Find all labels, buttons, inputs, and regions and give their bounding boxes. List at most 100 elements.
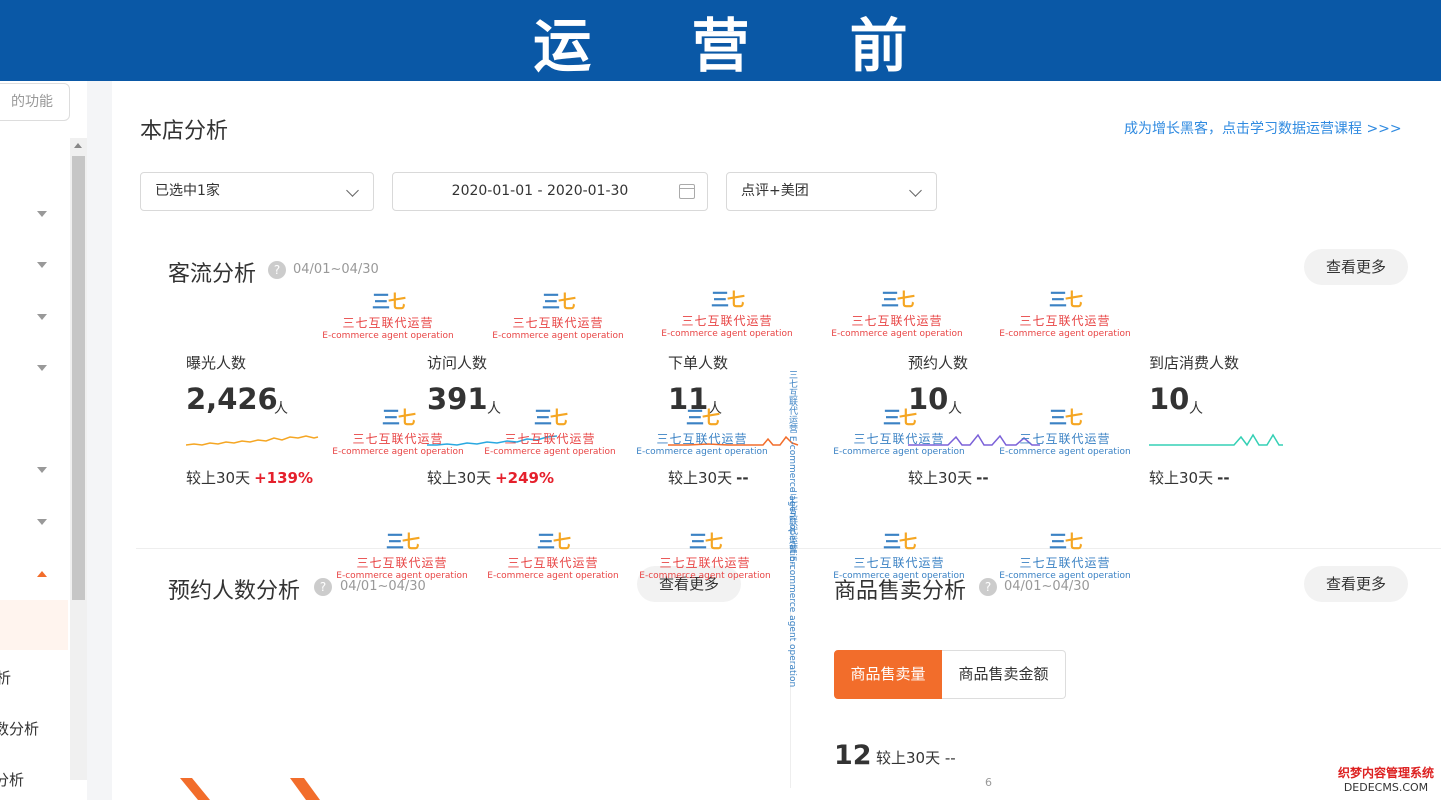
scroll-up-icon[interactable] — [74, 143, 82, 148]
watermark-en: E-commerce agent operation — [833, 447, 965, 457]
watermark-logo-icon: 三七 — [711, 290, 745, 311]
chevron-down-icon — [346, 184, 359, 197]
banner-title: 运 营 前 — [533, 11, 948, 80]
metric-compare: 较上30天 -- — [668, 467, 749, 488]
watermark-en: E-commerce agent operation — [636, 447, 768, 457]
watermark: 三七三七互联代运营 E-commerce agent operation — [829, 528, 969, 581]
sidebar-item[interactable]: 分析 — [0, 769, 24, 790]
watermark-en: E-commerce agent operation — [999, 447, 1131, 457]
watermark-vertical: 三七互联代运营 E-commerce agent operation — [786, 490, 797, 687]
platform-select[interactable]: 点评+美团 — [726, 172, 937, 211]
booking-date: 04/01~04/30 — [340, 579, 426, 594]
metric-compare-label: 较上30天 — [427, 469, 492, 487]
watermark-en: E-commerce agent operation — [661, 329, 793, 339]
watermark-logo-icon: 三七 — [883, 408, 917, 429]
sparkline-path — [186, 435, 319, 446]
chevron-down-icon[interactable] — [37, 314, 47, 320]
metric-label: 到店消费人数 — [1149, 354, 1240, 372]
watermark-logo-icon: 三七 — [689, 532, 723, 553]
sidebar-item[interactable]: 数分析 — [0, 718, 39, 739]
axis-tick: 6 — [985, 776, 992, 789]
watermark-en: E-commerce agent operation — [492, 331, 624, 341]
chart-fragment — [180, 778, 320, 800]
watermark-en: E-commerce agent operation — [332, 447, 464, 457]
watermark-logo-icon: 三七 — [372, 292, 406, 313]
metric-change: +249% — [495, 469, 555, 487]
site-logo: 织梦内容管理系统 DEDECMS.COM — [1331, 764, 1441, 800]
watermark-cn: 三七互联代运营 — [1019, 314, 1111, 328]
chevron-down-icon — [909, 184, 922, 197]
watermark: 三七三七互联代运营 E-commerce agent operation — [827, 286, 967, 339]
traffic-more-button[interactable]: 查看更多 — [1304, 249, 1408, 285]
watermark-logo-icon: 三七 — [883, 532, 917, 553]
chevron-down-icon[interactable] — [37, 365, 47, 371]
help-icon[interactable]: ? — [314, 578, 332, 596]
watermark-cn: 三七互联代运营 — [656, 432, 748, 446]
watermark-cn: 三七互联代运营 — [352, 432, 444, 446]
sidebar-item-selected[interactable] — [0, 600, 68, 650]
calendar-icon — [679, 184, 695, 199]
watermark-logo-icon: 三七 — [542, 292, 576, 313]
platform-select-value: 点评+美团 — [741, 183, 809, 199]
watermark: 三七三七互联代运营 E-commerce agent operation — [829, 404, 969, 457]
chevron-down-icon[interactable] — [37, 262, 47, 268]
watermark-cn: 三七互联代运营 — [851, 314, 943, 328]
watermark-logo-icon: 三七 — [1049, 532, 1083, 553]
watermark: 三七 三七互联代运营 E-commerce agent operation — [480, 404, 620, 457]
tab-sales-amount[interactable]: 商品售卖金额 — [942, 650, 1066, 699]
metric-unit: 人 — [1189, 401, 1203, 417]
watermark-logo-icon: 三七 — [1049, 290, 1083, 311]
metric-value: 10 — [1149, 382, 1190, 416]
watermark-cn: 三七互联代运营 — [853, 432, 945, 446]
sidebar: 的功能 析 数分析 分析 — [0, 81, 70, 800]
traffic-title: 客流分析 — [168, 262, 257, 287]
watermark: 三七 三七互联代运营 E-commerce agent operation — [483, 528, 623, 581]
watermark-logo-icon: 三七 — [881, 290, 915, 311]
metric-value: 2,426 — [186, 382, 278, 416]
watermark-en: E-commerce agent operation — [336, 571, 468, 581]
store-select[interactable]: 已选中1家 — [140, 172, 374, 211]
watermark-cn: 三七互联代运营 — [1019, 556, 1111, 570]
date-range-picker[interactable]: 2020-01-01 - 2020-01-30 — [392, 172, 708, 211]
watermark-cn: 三七互联代运营 — [504, 432, 596, 446]
watermark: 三七 三七互联代运营 E-commerce agent operation — [318, 288, 458, 341]
watermark-cn: 三七互联代运营 — [659, 556, 751, 570]
watermark-logo-icon: 三七 — [382, 408, 416, 429]
watermark: 三七三七互联代运营 E-commerce agent operation — [995, 528, 1135, 581]
store-select-value: 已选中1家 — [155, 183, 220, 199]
metric-compare-label: 较上30天 — [668, 469, 733, 487]
chevron-up-icon[interactable] — [37, 571, 47, 577]
metric-compare-label: 较上30天 — [186, 469, 251, 487]
metric-change: +139% — [254, 469, 314, 487]
watermark: 三七 三七互联代运营 E-commerce agent operation — [332, 528, 472, 581]
watermark: 三七 三七互联代运营 E-commerce agent operation — [632, 404, 772, 457]
watermark-en: E-commerce agent operation — [639, 571, 771, 581]
watermark-en: E-commerce agent operation — [322, 331, 454, 341]
chevron-down-icon[interactable] — [37, 211, 47, 217]
metric-change: -- — [976, 469, 989, 487]
sidebar-function-button[interactable]: 的功能 — [0, 83, 70, 121]
metric-compare-label: 较上30天 — [908, 469, 973, 487]
help-icon[interactable]: ? — [268, 261, 286, 279]
metric-compare: 较上30天 -- — [1149, 467, 1230, 488]
booking-title: 预约人数分析 — [168, 579, 301, 604]
promo-link[interactable]: 成为增长黑客，点击学习数据运营课程 >>> — [1124, 118, 1402, 138]
watermark-cn: 三七互联代运营 — [1019, 432, 1111, 446]
watermark-cn: 三七互联代运营 — [356, 556, 448, 570]
metric-change: -- — [1217, 469, 1230, 487]
sales-more-button[interactable]: 查看更多 — [1304, 566, 1408, 602]
watermark-en: E-commerce agent operation — [831, 329, 963, 339]
sales-value: 12 — [834, 740, 872, 771]
watermark-en: E-commerce agent operation — [787, 555, 797, 688]
watermark-cn: 三七互联代运营 — [853, 556, 945, 570]
chevron-down-icon[interactable] — [37, 519, 47, 525]
scrollbar-thumb[interactable] — [72, 156, 85, 600]
watermark: 三七三七互联代运营 E-commerce agent operation — [635, 528, 775, 581]
watermark-en: E-commerce agent operation — [999, 571, 1131, 581]
sales-date: 04/01~04/30 — [1004, 579, 1090, 594]
watermark: 三七 三七互联代运营 E-commerce agent operation — [488, 288, 628, 341]
tab-sales-quantity[interactable]: 商品售卖量 — [834, 650, 942, 699]
chevron-down-icon[interactable] — [37, 467, 47, 473]
sidebar-item[interactable]: 析 — [0, 667, 11, 688]
watermark-en: E-commerce agent operation — [833, 571, 965, 581]
